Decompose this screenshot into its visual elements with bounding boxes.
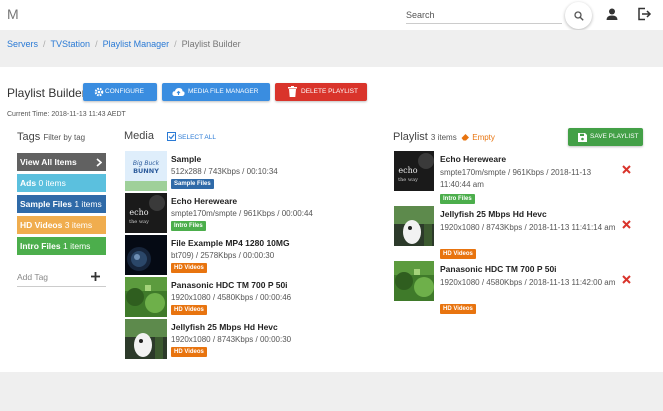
media-title: File Example MP4 1280 10MG: [171, 238, 290, 248]
eraser-icon: [461, 134, 469, 141]
media-file-manager-button[interactable]: MEDIA FILE MANAGER: [162, 83, 270, 101]
search-icon: [574, 11, 584, 21]
main-content: Playlist Builder CONFIGURE MEDIA FILE MA…: [0, 67, 663, 372]
media-tag-badge: HD Videos: [171, 305, 207, 315]
current-time: Current Time: 2018-11-13 11:43 AEDT: [7, 111, 126, 118]
breadcrumb-current: Playlist Builder: [181, 39, 241, 49]
playlist-heading: Playlist 3 items: [393, 131, 457, 143]
gear-icon: [94, 87, 104, 97]
page-title: Playlist Builder: [7, 86, 86, 100]
select-all-checkbox[interactable]: SELECT ALL: [167, 132, 216, 141]
search-input[interactable]: Search: [406, 8, 562, 24]
media-title: Sample: [171, 154, 202, 164]
media-item[interactable]: Panasonic HDC TM 700 P 50i 1920x1080 / 45…: [125, 277, 385, 319]
playlist-tag-badge: Intro Files: [440, 194, 475, 204]
playlist-tag-badge: HD Videos: [440, 249, 476, 259]
breadcrumb: Servers / TVStation / Playlist Manager / Playl…: [0, 30, 663, 58]
svg-text:the way: the way: [129, 219, 149, 225]
trash-icon: [288, 86, 297, 97]
media-tag-badge: HD Videos: [171, 263, 207, 273]
add-tag-plus-icon[interactable]: [91, 272, 100, 281]
svg-text:Big Buck: Big Buck: [133, 160, 160, 167]
media-details: 1920x1080 / 8743Kbps / 00:00:30: [171, 335, 292, 344]
playlist-item-details: 1920x1080 / 4580Kbps / 2018-11-13 11:42:…: [440, 278, 616, 287]
save-icon: [578, 132, 587, 142]
remove-item-icon[interactable]: [622, 220, 631, 229]
search-button[interactable]: [565, 2, 592, 29]
media-details: 1920x1080 / 4580Kbps / 00:00:46: [171, 293, 292, 302]
configure-button[interactable]: CONFIGURE: [83, 83, 157, 101]
tag-item[interactable]: Sample Files 1 items: [17, 195, 106, 213]
tag-item[interactable]: HD Videos 3 items: [17, 216, 106, 234]
delete-playlist-button[interactable]: DELETE PLAYLIST: [275, 83, 367, 101]
chevron-right-icon: [96, 158, 102, 167]
media-title: Jellyfish 25 Mbps Hd Hevc: [171, 322, 278, 332]
breadcrumb-servers[interactable]: Servers: [7, 39, 38, 49]
breadcrumb-playlist-manager[interactable]: Playlist Manager: [103, 39, 170, 49]
remove-item-icon[interactable]: [622, 275, 631, 284]
breadcrumb-tvstation[interactable]: TVStation: [51, 39, 91, 49]
playlist-item-title: Panasonic HDC TM 700 P 50i: [440, 264, 557, 274]
empty-playlist-button[interactable]: Empty: [461, 133, 495, 142]
app-logo[interactable]: M: [7, 6, 19, 22]
tag-item[interactable]: Intro Files 1 items: [17, 237, 106, 255]
media-tag-badge: HD Videos: [171, 347, 207, 357]
media-tag-badge: Intro Files: [171, 221, 206, 231]
save-playlist-button[interactable]: SAVE PLAYLIST: [568, 128, 643, 146]
svg-text:echo: echo: [129, 208, 148, 217]
tag-item[interactable]: View All Items: [17, 153, 106, 171]
media-thumbnail: [125, 235, 167, 275]
playlist-thumbnail: echo the way: [394, 151, 434, 191]
remove-item-icon[interactable]: [622, 165, 631, 174]
media-thumbnail: [125, 319, 167, 359]
playlist-thumbnail: [394, 206, 434, 246]
media-item[interactable]: Big Buck BUNNY Sample 512x288 / 743Kbps / 0…: [125, 151, 385, 193]
playlist-item-details: smpte170m/smpte / 961Kbps / 2018-11-13 1…: [440, 168, 592, 189]
svg-text:echo: echo: [398, 166, 417, 175]
playlist-item-title: Echo Hereweare: [440, 154, 507, 164]
tags-heading: Tags Filter by tag: [17, 131, 86, 143]
media-details: 512x288 / 743Kbps / 00:10:34: [171, 167, 278, 176]
media-thumbnail: echo the way: [125, 193, 167, 233]
playlist-thumbnail: [394, 261, 434, 301]
media-heading: Media: [124, 130, 154, 142]
svg-text:the way: the way: [398, 177, 418, 183]
playlist-tag-badge: HD Videos: [440, 304, 476, 314]
logout-icon[interactable]: [636, 6, 652, 22]
media-details: smpte170m/smpte / 961Kbps / 00:00:44: [171, 209, 313, 218]
cloud-upload-icon: [172, 88, 185, 96]
tag-item[interactable]: Ads 0 items: [17, 174, 106, 192]
media-details: bt709) / 2578Kbps / 00:00:30: [171, 251, 275, 260]
media-tag-badge: Sample Files: [171, 179, 214, 189]
media-title: Echo Hereweare: [171, 196, 238, 206]
media-item[interactable]: Jellyfish 25 Mbps Hd Hevc 1920x1080 / 874…: [125, 319, 385, 361]
checkbox-checked-icon: [167, 132, 176, 141]
svg-text:BUNNY: BUNNY: [133, 167, 159, 175]
user-icon[interactable]: [604, 6, 620, 22]
media-title: Panasonic HDC TM 700 P 50i: [171, 280, 288, 290]
media-item[interactable]: File Example MP4 1280 10MG bt709) / 2578K…: [125, 235, 385, 277]
playlist-item-details: 1920x1080 / 8743Kbps / 2018-11-13 11:41:…: [440, 223, 616, 232]
media-thumbnail: Big Buck BUNNY: [125, 151, 167, 191]
media-thumbnail: [125, 277, 167, 317]
playlist-item-title: Jellyfish 25 Mbps Hd Hevc: [440, 209, 547, 219]
top-bar: M Search: [0, 0, 663, 30]
media-item[interactable]: echo the way Echo Hereweare smpte170m/smpte…: [125, 193, 385, 235]
